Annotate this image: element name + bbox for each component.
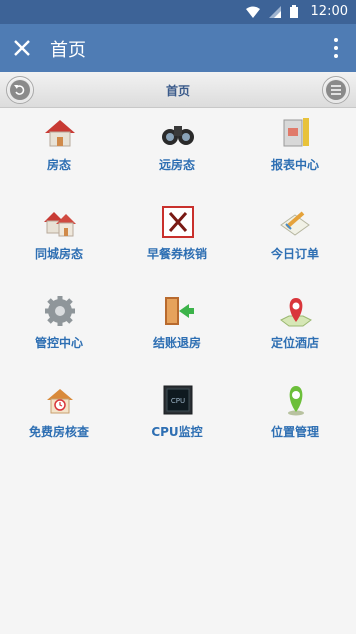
wifi-icon (246, 6, 260, 18)
notebook-pencil-icon (280, 211, 310, 236)
tile-fangtai[interactable]: 房态 (0, 108, 118, 197)
more-dot-icon (334, 38, 338, 42)
tile-label: CPU监控 (151, 425, 203, 439)
tile-free-room-check[interactable]: 免费房核查 (0, 375, 118, 464)
sub-header: 首页 (0, 72, 356, 108)
tile-label: 位置管理 (270, 425, 319, 439)
app-bar: 首页 (0, 24, 356, 72)
tile-control-center[interactable]: 管控中心 (0, 286, 118, 375)
tile-breakfast-voucher[interactable]: 早餐券核销 (118, 197, 236, 286)
map-pin-icon (280, 298, 312, 327)
tile-label: 报表中心 (270, 158, 319, 172)
more-options-button[interactable] (324, 34, 348, 62)
tile-label: 远房态 (158, 158, 195, 172)
menu-button[interactable] (322, 76, 350, 104)
tile-remote-fangtai[interactable]: 远房态 (118, 108, 236, 197)
tile-location-manage[interactable]: 位置管理 (236, 375, 354, 464)
tile-label: 结账退房 (152, 336, 201, 350)
signal-icon (269, 5, 281, 18)
report-icon (283, 118, 309, 147)
tile-label: 房态 (46, 158, 71, 172)
tile-label: 今日订单 (270, 247, 319, 261)
house-icon (45, 120, 75, 147)
tile-label: 管控中心 (34, 336, 83, 350)
tile-city-fangtai[interactable]: 同城房态 (0, 197, 118, 286)
svg-text:CPU: CPU (171, 397, 185, 405)
tile-label: 同城房态 (34, 247, 83, 261)
battery-icon (290, 5, 298, 18)
houses-icon (44, 212, 76, 237)
status-bar: 12:00 (0, 0, 356, 24)
status-icons (246, 5, 298, 18)
tile-today-orders[interactable]: 今日订单 (236, 197, 354, 286)
binoculars-icon (162, 126, 194, 145)
house-clock-icon (47, 389, 73, 414)
app-title: 首页 (50, 40, 86, 61)
tile-label: 免费房核查 (28, 425, 89, 439)
status-time: 12:00 (310, 4, 348, 19)
fork-knife-icon (162, 206, 194, 238)
tile-label: 定位酒店 (270, 336, 319, 350)
close-icon (14, 40, 30, 56)
close-button[interactable] (8, 34, 36, 62)
tile-label: 早餐券核销 (146, 247, 207, 261)
tile-cpu-monitor[interactable]: CPU CPU监控 (118, 375, 236, 464)
location-pin-icon (288, 386, 304, 416)
sub-header-title: 首页 (165, 84, 190, 98)
tile-locate-hotel[interactable]: 定位酒店 (236, 286, 354, 375)
tile-checkout[interactable]: 结账退房 (118, 286, 236, 375)
tile-report-center[interactable]: 报表中心 (236, 108, 354, 197)
menu-icon (326, 80, 346, 100)
more-dot-icon (334, 46, 338, 50)
cpu-icon: CPU (163, 385, 193, 415)
gear-icon (45, 296, 75, 326)
more-dot-icon (334, 54, 338, 58)
door-exit-icon (165, 297, 194, 325)
